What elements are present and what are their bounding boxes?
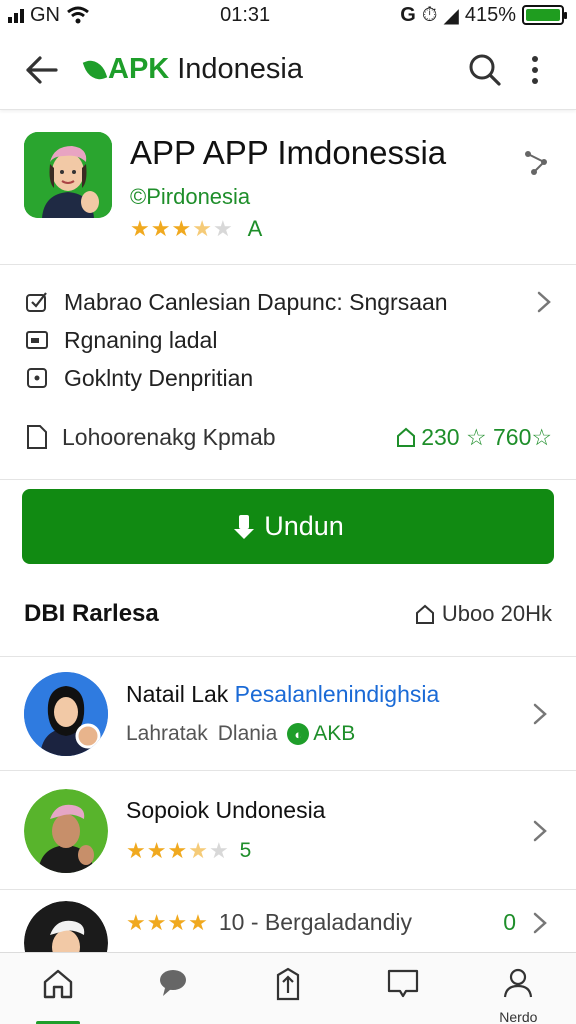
square-dot-icon <box>27 368 47 388</box>
detail-text: Goklnty Denpritian <box>64 364 254 391</box>
house-outline-icon <box>415 604 434 624</box>
chevron-right-icon <box>533 820 547 841</box>
battery-percent: 415% <box>464 3 516 26</box>
nav-chat[interactable] <box>133 953 213 1024</box>
upload-icon <box>276 967 300 1000</box>
section-header: DBI Rarlesa Uboo 20Hk <box>24 600 552 628</box>
list-item-title: 10 - Bergaladandiy <box>218 909 412 935</box>
arrow-left-icon <box>26 55 58 84</box>
leaf-icon <box>82 56 108 83</box>
rating-label: A <box>247 216 263 241</box>
size-label: Lohoorenakg Kpmab <box>62 423 276 450</box>
detail-row: Goklnty Denpritian <box>24 359 552 397</box>
section-stat: Uboo 20Hk <box>414 601 552 627</box>
detail-row[interactable]: Mabrao Canlesian Dapunc: Sngrsaan <box>24 283 552 321</box>
star-icon: ★ <box>192 216 213 241</box>
size-stat: 230 ☆ 760☆ <box>421 423 552 450</box>
star-icon: ★ <box>126 838 147 863</box>
app-bar: APK Indonesia <box>0 30 576 110</box>
rating-stars: ★★★★★ <box>130 216 234 242</box>
list-item[interactable]: ★★★★ 10 - Bergaladandiy 0 <box>0 891 576 953</box>
developer-link[interactable]: ©Pirdonesia <box>130 184 446 210</box>
avatar <box>24 788 108 873</box>
avatar <box>24 671 108 756</box>
list-item[interactable]: Sopoiok Undonesia ★★★★★ 5 <box>0 772 576 890</box>
status-time: 01:31 <box>220 3 271 26</box>
nav-home[interactable] <box>18 953 98 1024</box>
star-icon: ★ <box>212 216 234 241</box>
app-rating: ★★★★★ A <box>130 216 446 242</box>
install-label: Undun <box>264 511 344 541</box>
profile-icon <box>504 968 533 997</box>
star-icon: ★ <box>188 838 209 863</box>
star-icon: ★ <box>130 216 151 241</box>
list-item-badge: ◐ AKB <box>287 722 355 746</box>
app-title: APP APP Imdonessia <box>130 134 447 171</box>
nav-profile-label: Nerdo <box>499 1008 538 1024</box>
chevron-right-icon <box>533 912 547 934</box>
wifi-icon <box>67 6 89 24</box>
search-icon <box>469 54 501 86</box>
home-icon <box>43 969 72 998</box>
star-icon: ★ <box>171 216 193 241</box>
list-item-value: 0 <box>503 909 516 935</box>
avatar <box>24 901 108 953</box>
nav-bookmark[interactable] <box>363 953 443 1024</box>
rating-stars: ★★★★★ <box>126 838 230 864</box>
chevron-right-icon <box>533 703 547 724</box>
list-item-meta: Dlania <box>217 722 278 745</box>
star-icon: ★ <box>146 838 168 863</box>
brand-accent: APK <box>108 53 170 85</box>
detail-text: Mabrao Canlesian Dapunc: Sngrsaan <box>64 288 448 315</box>
battery-icon <box>522 5 567 25</box>
brand-logo: APK Indonesia <box>82 53 460 86</box>
list-item-link[interactable]: Pesalanlenindighsia <box>235 681 440 707</box>
alarm-icon: ⏱ <box>421 3 438 26</box>
badge-icon: ◐ <box>287 723 310 745</box>
overflow-menu-button[interactable] <box>510 45 560 95</box>
list-item-title: Sopoiok Undonesia <box>126 797 326 823</box>
chat-icon <box>159 969 186 996</box>
detail-row: Rgnaning ladal <box>24 321 552 359</box>
nav-upload[interactable] <box>248 953 328 1024</box>
more-vertical-icon <box>532 55 538 84</box>
app-icon <box>24 132 112 218</box>
file-icon <box>27 425 47 449</box>
chevron-right-icon[interactable] <box>536 290 552 314</box>
rating-stars: ★★★★ <box>126 909 209 935</box>
signal-icon <box>8 7 24 23</box>
size-row: Lohoorenakg Kpmab 230 ☆ 760☆ <box>24 423 552 451</box>
checkbox-icon <box>26 292 47 312</box>
sync-icon: G <box>400 3 416 26</box>
carrier-label: GN <box>30 3 60 26</box>
house-outline-icon <box>397 427 416 447</box>
bookmark-icon <box>388 969 419 997</box>
download-icon <box>234 514 255 539</box>
list-item-title: Natail Lak <box>126 681 229 707</box>
storage-icon <box>26 331 48 349</box>
app-details: Mabrao Canlesian Dapunc: Sngrsaan Rgnani… <box>0 265 576 480</box>
bottom-navigation: Nerdo <box>0 952 576 1024</box>
share-icon[interactable] <box>520 146 552 178</box>
nav-profile[interactable]: Nerdo <box>478 953 558 1024</box>
star-icon: ★ <box>150 216 172 241</box>
app-header: APP APP Imdonessia ©Pirdonesia ★★★★★ A <box>0 110 576 265</box>
section-stat-value: Uboo 20Hk <box>441 601 552 626</box>
location-icon: ◢ <box>443 4 459 27</box>
status-bar: GN 01:31 G ⏱ ◢ 415% <box>0 0 576 30</box>
brand-name: Indonesia <box>177 53 304 85</box>
list-item-meta: Lahratak <box>126 722 208 745</box>
star-icon: ★ <box>167 838 189 863</box>
list-item[interactable]: Natail Lak Pesalanlenindighsia Lahratak … <box>0 657 576 771</box>
detail-text: Rgnaning ladal <box>64 326 218 353</box>
install-button[interactable]: Undun <box>22 489 554 564</box>
rating-value: 5 <box>239 839 252 862</box>
section-title: DBI Rarlesa <box>24 600 159 627</box>
search-button[interactable] <box>460 45 510 95</box>
star-icon: ★ <box>208 838 230 863</box>
back-button[interactable] <box>16 45 66 95</box>
